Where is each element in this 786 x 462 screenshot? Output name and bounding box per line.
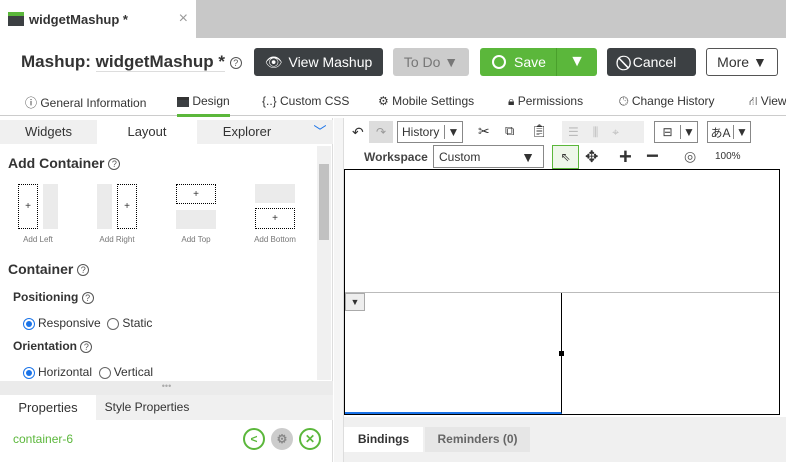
- container-heading: Container ?: [8, 261, 90, 277]
- layout-dropdown[interactable]: ⊟ ▼: [654, 121, 698, 143]
- undo-icon[interactable]: ↶: [352, 124, 364, 141]
- select-pointer-icon[interactable]: ⇖: [552, 145, 579, 169]
- cancel-button[interactable]: ⃠Cancel: [607, 48, 696, 76]
- add-top-button[interactable]: +: [176, 184, 226, 232]
- orientation-label: Orientation ?: [13, 339, 93, 353]
- add-right-label: Add Right: [99, 235, 135, 244]
- selected-widget-name: container-6: [13, 432, 74, 446]
- move-icon[interactable]: ✥: [585, 147, 598, 167]
- mashup-name[interactable]: widgetMashup *: [95, 52, 226, 72]
- add-right-button[interactable]: +: [97, 184, 147, 232]
- save-button[interactable]: Save ▼: [480, 48, 597, 76]
- radio-horizontal[interactable]: Horizontal: [23, 365, 92, 379]
- tab-widgets[interactable]: Widgets: [0, 120, 97, 144]
- share-icon[interactable]: <: [243, 428, 265, 450]
- nav-tabs: ⓘ General Information Design {..} Custom…: [0, 86, 786, 117]
- page-title: Mashup: widgetMashup * ?: [21, 52, 242, 72]
- doc-tab[interactable]: widgetMashup * ×: [0, 0, 196, 38]
- more-button[interactable]: More ▼: [706, 48, 778, 76]
- caret-down-icon: ▼: [521, 148, 535, 165]
- mashup-icon: [8, 12, 24, 26]
- redo-icon[interactable]: ↷: [369, 121, 393, 143]
- tab-permissions[interactable]: 🔒︎ Permissions: [508, 94, 583, 109]
- view-label: View Mashup: [288, 54, 373, 70]
- add-bottom-button[interactable]: +: [255, 184, 305, 232]
- save-label: Save: [514, 54, 546, 70]
- caret-down-icon: ▼: [733, 125, 750, 139]
- tab-general-information[interactable]: ⓘ General Information: [25, 94, 146, 111]
- splitter-handle[interactable]: •••: [0, 381, 333, 395]
- add-left-button[interactable]: +: [18, 184, 68, 232]
- radio-vertical[interactable]: Vertical: [98, 365, 153, 379]
- radio-static[interactable]: Static: [107, 316, 152, 330]
- zoom-level: 100%: [715, 151, 741, 162]
- tab-layout[interactable]: Layout: [97, 120, 197, 144]
- bottom-panel: Bindings Reminders (0): [344, 417, 786, 462]
- save-dropdown-icon[interactable]: ▼: [556, 48, 597, 76]
- add-left-label: Add Left: [23, 235, 53, 244]
- more-label: More: [717, 54, 750, 70]
- delete-icon[interactable]: ✕: [299, 428, 321, 450]
- circle-icon: [492, 55, 506, 69]
- help-icon[interactable]: ?: [229, 56, 242, 69]
- title-prefix: Mashup:: [21, 52, 91, 71]
- props-tabs: Properties Style Properties: [0, 395, 333, 420]
- view-mashup-button[interactable]: 👁 View Mashup: [254, 48, 383, 76]
- tab-mobile-settings[interactable]: ⚙ Mobile Settings: [378, 94, 474, 108]
- positioning-options: Responsive Static: [23, 316, 152, 330]
- tab-style-properties[interactable]: Style Properties: [97, 395, 197, 420]
- container-menu-icon[interactable]: ▼: [345, 293, 365, 311]
- cut-icon[interactable]: ✂: [478, 123, 490, 140]
- container-6[interactable]: ▼: [345, 293, 564, 414]
- orientation-options: Horizontal Vertical: [23, 365, 153, 379]
- eye-icon: 👁: [264, 53, 283, 70]
- radio-responsive[interactable]: Responsive: [23, 316, 101, 330]
- copy-icon[interactable]: ⧉: [505, 123, 514, 139]
- close-icon[interactable]: ×: [179, 10, 188, 28]
- tab-properties[interactable]: Properties: [0, 395, 96, 420]
- todo-button[interactable]: To Do ▼: [393, 48, 469, 76]
- zoom-out-icon[interactable]: −: [646, 143, 659, 169]
- caret-down-icon: ▼: [752, 54, 767, 70]
- translate-icon: あA: [710, 125, 731, 140]
- history-dropdown[interactable]: History ▼: [397, 121, 463, 143]
- add-container-heading: Add Container ?: [8, 155, 121, 171]
- language-dropdown[interactable]: あA ▼: [707, 121, 751, 143]
- mashup-canvas[interactable]: ▼: [344, 169, 780, 415]
- caret-down-icon: ▼: [680, 125, 697, 139]
- scrollbar[interactable]: [317, 146, 331, 380]
- tab-custom-css[interactable]: {..} Custom CSS: [262, 94, 349, 108]
- workspace-label: Workspace: [364, 150, 428, 164]
- workspace-dropdown[interactable]: Custom ▼: [433, 145, 544, 168]
- gear-icon[interactable]: ⚙: [271, 428, 293, 450]
- zoom-in-icon[interactable]: +: [619, 144, 632, 170]
- cancel-label: Cancel: [632, 54, 677, 70]
- resize-handle[interactable]: [559, 351, 564, 356]
- collapse-icon[interactable]: ﹀: [310, 120, 330, 144]
- positioning-label: Positioning ?: [13, 290, 94, 304]
- panel-splitter[interactable]: [334, 118, 344, 462]
- layout-tools: ☰⫼⌖: [562, 121, 644, 143]
- caret-down-icon: ▼: [444, 54, 459, 70]
- add-top-label: Add Top: [181, 235, 211, 244]
- todo-label: To Do: [403, 54, 441, 70]
- tab-bindings[interactable]: Bindings: [344, 427, 423, 452]
- tab-view[interactable]: ⛙ View: [749, 94, 786, 110]
- tab-reminders[interactable]: Reminders (0): [425, 427, 530, 452]
- tab-change-history[interactable]: 🕒︎ Change History: [619, 94, 715, 109]
- paste-icon[interactable]: 📋︎: [531, 123, 548, 139]
- doc-tab-title: widgetMashup *: [29, 11, 128, 27]
- add-bottom-label: Add Bottom: [254, 235, 296, 244]
- tab-explorer[interactable]: Explorer: [197, 120, 297, 144]
- left-tabs: Widgets Layout Explorer ﹀: [0, 120, 333, 144]
- layout-icon: ⊟: [662, 125, 673, 139]
- tab-design[interactable]: Design: [177, 94, 230, 117]
- center-icon[interactable]: ◎: [684, 148, 696, 165]
- caret-down-icon: ▼: [444, 125, 462, 139]
